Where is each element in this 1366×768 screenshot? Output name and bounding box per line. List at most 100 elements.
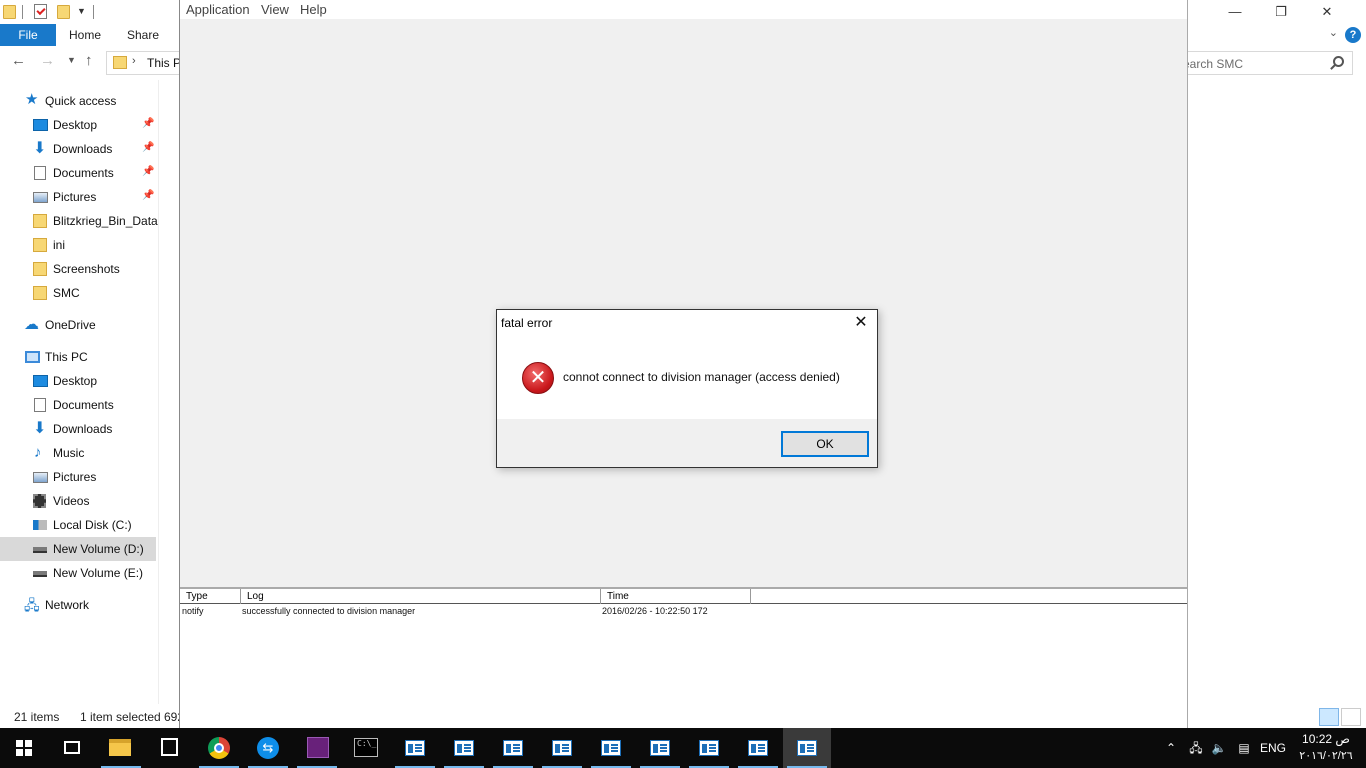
nav-pc-music[interactable]: ♪ Music xyxy=(0,441,156,465)
folder-icon xyxy=(33,214,47,228)
action-center-icon[interactable]: ▤ xyxy=(1233,728,1255,768)
document-icon xyxy=(34,398,46,412)
taskbar-chrome[interactable] xyxy=(195,728,243,768)
properties-icon[interactable] xyxy=(34,4,47,19)
nav-item-ini[interactable]: ini xyxy=(0,233,156,257)
taskbar-file-explorer[interactable] xyxy=(97,728,145,768)
large-icons-view-icon[interactable] xyxy=(1341,708,1361,726)
close-button[interactable]: ✕ xyxy=(1304,2,1350,22)
nav-label: Pictures xyxy=(53,190,97,204)
restore-button[interactable]: ❐ xyxy=(1258,2,1304,22)
menu-application[interactable]: Application xyxy=(186,2,250,17)
nav-item-smc[interactable]: SMC xyxy=(0,281,156,305)
tab-file[interactable]: File xyxy=(0,24,56,46)
address-box[interactable]: › This PC xyxy=(106,51,190,75)
app-window-icon xyxy=(699,740,719,756)
taskbar-store[interactable] xyxy=(146,728,194,768)
tab-home[interactable]: Home xyxy=(64,24,106,46)
clock[interactable]: 10:22 ص ٢٠١٦/٠٢/٢٦ xyxy=(1296,730,1356,764)
search-input[interactable]: Search SMC xyxy=(1175,51,1353,75)
nav-item-blitzkrieg[interactable]: Blitzkrieg_Bin_Data xyxy=(0,209,158,233)
folder-icon[interactable] xyxy=(3,5,16,19)
nav-onedrive[interactable]: ☁ OneDrive xyxy=(0,313,156,337)
pane-divider[interactable] xyxy=(158,80,159,704)
nav-drive-e[interactable]: New Volume (E:) xyxy=(0,561,156,585)
taskbar-smc-window[interactable] xyxy=(489,728,537,768)
nav-quick-access[interactable]: ★ Quick access xyxy=(0,89,156,113)
nav-item-downloads[interactable]: ⬇ Downloads 📌 xyxy=(0,137,156,161)
taskbar-visual-studio[interactable] xyxy=(293,728,341,768)
nav-pc-videos[interactable]: Videos xyxy=(0,489,156,513)
nav-drive-d[interactable]: New Volume (D:) xyxy=(0,537,156,561)
taskbar-command-prompt[interactable]: C:\_ xyxy=(342,728,390,768)
back-arrow-icon[interactable]: ← xyxy=(11,52,26,69)
taskbar-smc-window[interactable] xyxy=(440,728,488,768)
network-tray-icon[interactable]: 🖧 xyxy=(1184,728,1208,768)
taskbar-smc-window[interactable] xyxy=(587,728,635,768)
tab-share[interactable]: Share xyxy=(122,24,164,46)
menu-help[interactable]: Help xyxy=(300,2,327,17)
taskbar-smc-window-active[interactable] xyxy=(783,728,831,768)
show-hidden-icons-chevron[interactable]: ⌃ xyxy=(1160,728,1182,768)
folder-icon xyxy=(33,238,47,252)
nav-label: Music xyxy=(53,446,85,460)
taskbar-smc-window[interactable] xyxy=(636,728,684,768)
pictures-icon xyxy=(33,472,48,483)
volume-icon[interactable]: 🔈 xyxy=(1208,728,1230,768)
chevron-down-icon[interactable]: ⌄ xyxy=(1329,26,1338,39)
taskbar-smc-window[interactable] xyxy=(734,728,782,768)
minimize-button[interactable]: — xyxy=(1212,2,1258,22)
column-time[interactable]: Time xyxy=(601,589,751,604)
taskbar-smc-window[interactable] xyxy=(685,728,733,768)
menu-view[interactable]: View xyxy=(261,2,289,17)
chevron-right-icon[interactable]: › xyxy=(132,55,136,67)
forward-arrow-icon[interactable]: → xyxy=(40,52,55,69)
nav-pc-downloads[interactable]: ⬇ Downloads xyxy=(0,417,156,441)
pictures-icon xyxy=(33,192,48,203)
pin-icon[interactable]: 📌 xyxy=(142,142,154,153)
nav-label: New Volume (D:) xyxy=(53,542,144,556)
pin-icon[interactable]: 📌 xyxy=(142,118,154,129)
nav-item-desktop[interactable]: Desktop 📌 xyxy=(0,113,156,137)
new-folder-icon[interactable] xyxy=(57,5,70,19)
input-language[interactable]: ENG xyxy=(1257,728,1289,768)
details-view-icon[interactable] xyxy=(1319,708,1339,726)
nav-pc-documents[interactable]: Documents xyxy=(0,393,156,417)
nav-label: Downloads xyxy=(53,142,113,156)
ok-button[interactable]: OK xyxy=(781,431,869,457)
star-icon: ★ xyxy=(25,91,39,108)
pin-icon[interactable]: 📌 xyxy=(142,190,154,201)
help-icon[interactable]: ? xyxy=(1345,27,1361,43)
clock-time: 10:22 ص xyxy=(1302,732,1350,746)
nav-pc-desktop[interactable]: Desktop xyxy=(0,369,156,393)
taskbar-smc-window[interactable] xyxy=(538,728,586,768)
task-view-button[interactable] xyxy=(48,728,96,768)
nav-item-screenshots[interactable]: Screenshots xyxy=(0,257,156,281)
taskbar-smc-window[interactable] xyxy=(391,728,439,768)
nav-this-pc[interactable]: This PC xyxy=(0,345,156,369)
nav-item-documents[interactable]: Documents 📌 xyxy=(0,161,156,185)
nav-drive-c[interactable]: Local Disk (C:) xyxy=(0,513,156,537)
search-icon[interactable] xyxy=(1333,56,1344,67)
windows-logo-icon xyxy=(16,740,32,756)
column-log[interactable]: Log xyxy=(241,589,601,604)
nav-network[interactable]: 🖧 Network xyxy=(0,593,156,617)
recent-locations-icon[interactable]: ▼ xyxy=(67,55,76,65)
customize-toolbar-icon[interactable]: ▼ xyxy=(77,6,86,16)
desktop-icon xyxy=(33,119,48,131)
close-icon[interactable]: ✕ xyxy=(849,310,873,336)
dialog-title: fatal error xyxy=(501,316,553,330)
taskbar-teamviewer[interactable]: ⇆ xyxy=(244,728,292,768)
chrome-icon xyxy=(208,737,230,759)
column-type[interactable]: Type xyxy=(180,589,241,604)
film-icon xyxy=(33,494,46,508)
cell-log: successfully connected to division manag… xyxy=(242,606,416,616)
start-button[interactable] xyxy=(0,728,48,768)
nav-pc-pictures[interactable]: Pictures xyxy=(0,465,156,489)
nav-item-pictures[interactable]: Pictures 📌 xyxy=(0,185,156,209)
up-arrow-icon[interactable]: ↑ xyxy=(85,52,93,69)
cell-type: notify xyxy=(182,606,204,616)
nav-label: Documents xyxy=(53,166,114,180)
visual-studio-icon xyxy=(307,737,329,758)
pin-icon[interactable]: 📌 xyxy=(142,166,154,177)
